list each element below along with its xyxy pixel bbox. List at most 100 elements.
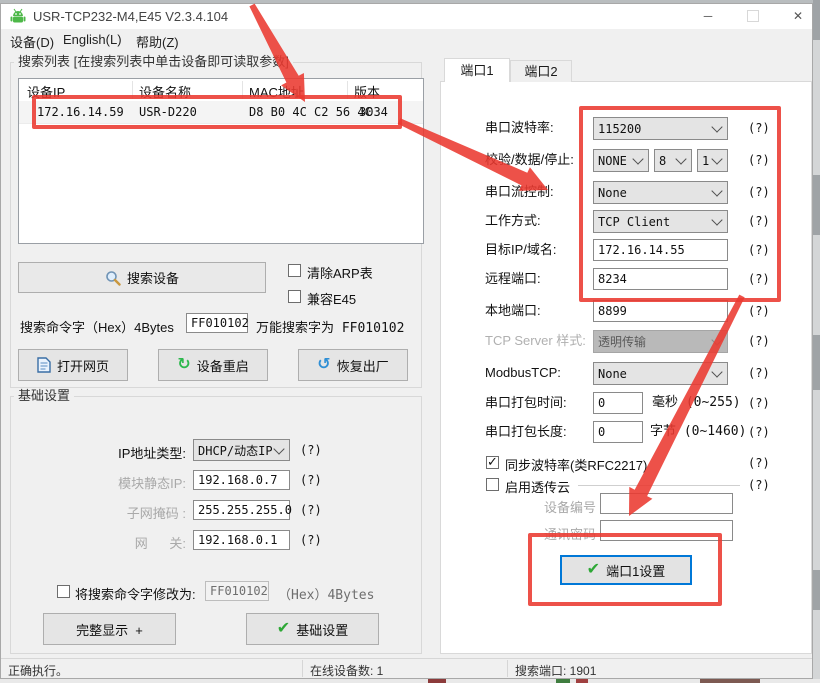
restart-device-button[interactable]: ↻ 设备重启 (158, 349, 268, 381)
open-web-button[interactable]: 打开网页 (18, 349, 128, 381)
parity-help[interactable]: (?) (748, 149, 770, 171)
full-display-button[interactable]: 完整显示 + (43, 613, 176, 645)
full-display-label: 完整显示 + (76, 620, 143, 639)
target-ip-help[interactable]: (?) (748, 239, 770, 261)
check-icon: ✔ (587, 562, 600, 578)
pack-time-input[interactable]: 0 (593, 392, 643, 414)
flow-control-label: 串口流控制: (485, 181, 554, 203)
tcp-server-style-help[interactable]: (?) (748, 330, 770, 352)
app-icon (10, 8, 26, 24)
compat-e45-label: 兼容E45 (307, 289, 356, 308)
pack-time-help[interactable]: (?) (748, 392, 770, 414)
online-device-count: 在线设备数: 1 (310, 662, 383, 679)
chevron-down-icon (711, 153, 722, 164)
pack-length-label: 串口打包长度: (485, 421, 567, 443)
cloud-checkbox[interactable] (486, 478, 499, 491)
flow-control-help[interactable]: (?) (748, 181, 770, 203)
chevron-down-icon (273, 443, 284, 454)
checkmark-icon: ✓ (487, 454, 498, 470)
device-table-header: 设备IP 设备名称 MAC地址 版本 (19, 79, 423, 102)
device-id-input[interactable] (600, 493, 733, 514)
factory-reset-button[interactable]: ↺ 恢复出厂 (298, 349, 408, 381)
static-ip-input[interactable]: 192.168.0.7 (193, 470, 290, 490)
menu-device[interactable]: 设备(D) (10, 32, 54, 51)
basic-settings-group-label: 基础设置 (14, 389, 74, 403)
cloud-help[interactable]: (?) (748, 474, 770, 496)
remote-port-help[interactable]: (?) (748, 268, 770, 290)
local-port-input[interactable]: 8899 (593, 300, 728, 322)
clear-arp-checkbox[interactable] (288, 264, 301, 277)
col-header-name: 设备名称 (139, 82, 191, 101)
stop-bits-select[interactable]: 1 (697, 149, 728, 172)
remote-port-input[interactable]: 8234 (593, 268, 728, 290)
parity-select[interactable]: NONE (593, 149, 649, 172)
gateway-label: 网 关: (40, 533, 186, 552)
compat-e45-checkbox[interactable] (288, 290, 301, 303)
close-button[interactable]: ✕ (781, 4, 815, 28)
work-mode-help[interactable]: (?) (748, 210, 770, 232)
gateway-help[interactable]: (?) (300, 533, 322, 547)
check-icon: ✔ (277, 621, 290, 637)
static-ip-help[interactable]: (?) (300, 473, 322, 487)
subnet-mask-help[interactable]: (?) (300, 503, 322, 517)
device-id-label: 设备编号 (544, 497, 596, 516)
menu-bar (1, 29, 812, 51)
chevron-down-icon (632, 153, 643, 164)
table-row-device[interactable]: 172.16.14.59 USR-D220 D8 B0 4C C2 56 4C … (19, 101, 423, 124)
parity-data-stop-label: 校验/数据/停止: (485, 149, 574, 171)
menu-help[interactable]: 帮助(Z) (136, 32, 179, 51)
tab-port2[interactable]: 端口2 (510, 60, 572, 82)
chevron-down-icon (711, 214, 722, 225)
modify-cmd-input: FF010102 (205, 581, 269, 601)
status-bar (1, 658, 812, 678)
search-device-button[interactable]: 搜索设备 (18, 262, 266, 293)
search-cmd-input[interactable]: FF010102 (186, 313, 248, 333)
pack-length-suffix: 字节 (0~1460) (650, 421, 746, 443)
col-header-ip: 设备IP (27, 82, 65, 101)
password-label: 通讯密码 (544, 524, 596, 543)
pack-length-help[interactable]: (?) (748, 421, 770, 443)
maximize-icon (747, 10, 759, 22)
basic-set-button[interactable]: ✔ 基础设置 (246, 613, 379, 645)
ip-type-select[interactable]: DHCP/动态IP (193, 439, 290, 461)
tcp-server-style-select: 透明传输 (593, 330, 728, 353)
search-cmd-label: 搜索命令字（Hex）4Bytes (20, 317, 174, 336)
chevron-down-icon (675, 153, 686, 164)
target-ip-input[interactable]: 172.16.14.55 (593, 239, 728, 261)
port1-setup-button[interactable]: ✔ 端口1设置 (560, 555, 692, 585)
basic-set-label: 基础设置 (296, 620, 348, 639)
local-port-help[interactable]: (?) (748, 300, 770, 322)
pack-time-suffix: 毫秒 (0~255) (652, 392, 741, 414)
data-bits-select[interactable]: 8 (654, 149, 692, 172)
menu-english[interactable]: English(L) (63, 32, 122, 47)
static-ip-label: 模块静态IP: (40, 473, 186, 492)
modbus-tcp-select[interactable]: None (593, 362, 728, 385)
modify-cmd-label: 将搜索命令字修改为: (75, 584, 196, 603)
local-port-label: 本地端口: (485, 300, 541, 322)
flow-control-select[interactable]: None (593, 181, 728, 204)
open-web-label: 打开网页 (57, 356, 109, 375)
tab-port1[interactable]: 端口1 (444, 58, 510, 82)
chevron-down-icon (711, 121, 722, 132)
sync-baud-label: 同步波特率(类RFC2217) (505, 455, 647, 474)
pack-length-input[interactable]: 0 (593, 421, 643, 443)
modify-cmd-checkbox[interactable] (57, 585, 70, 598)
work-mode-select[interactable]: TCP Client (593, 210, 728, 233)
baud-rate-select[interactable]: 115200 (593, 117, 728, 140)
work-mode-label: 工作方式: (485, 210, 541, 232)
password-input[interactable] (600, 520, 733, 541)
window-title: USR-TCP232-M4,E45 V2.3.4.104 (33, 9, 228, 24)
chevron-down-icon (711, 366, 722, 377)
taskbar-sliver (0, 679, 820, 683)
gateway-input[interactable]: 192.168.0.1 (193, 530, 290, 550)
minimize-button[interactable]: ─ (691, 4, 725, 28)
baud-rate-help[interactable]: (?) (748, 117, 770, 139)
ip-type-help[interactable]: (?) (300, 443, 322, 457)
sync-baud-checkbox[interactable]: ✓ (486, 456, 499, 469)
search-device-label: 搜索设备 (127, 268, 179, 287)
search-cmd-hint: 万能搜索字为 FF010102 (256, 317, 404, 336)
modbus-tcp-help[interactable]: (?) (748, 362, 770, 384)
sync-baud-help[interactable]: (?) (748, 452, 770, 474)
restart-icon: ↻ (177, 357, 190, 373)
subnet-mask-input[interactable]: 255.255.255.0 (193, 500, 290, 520)
